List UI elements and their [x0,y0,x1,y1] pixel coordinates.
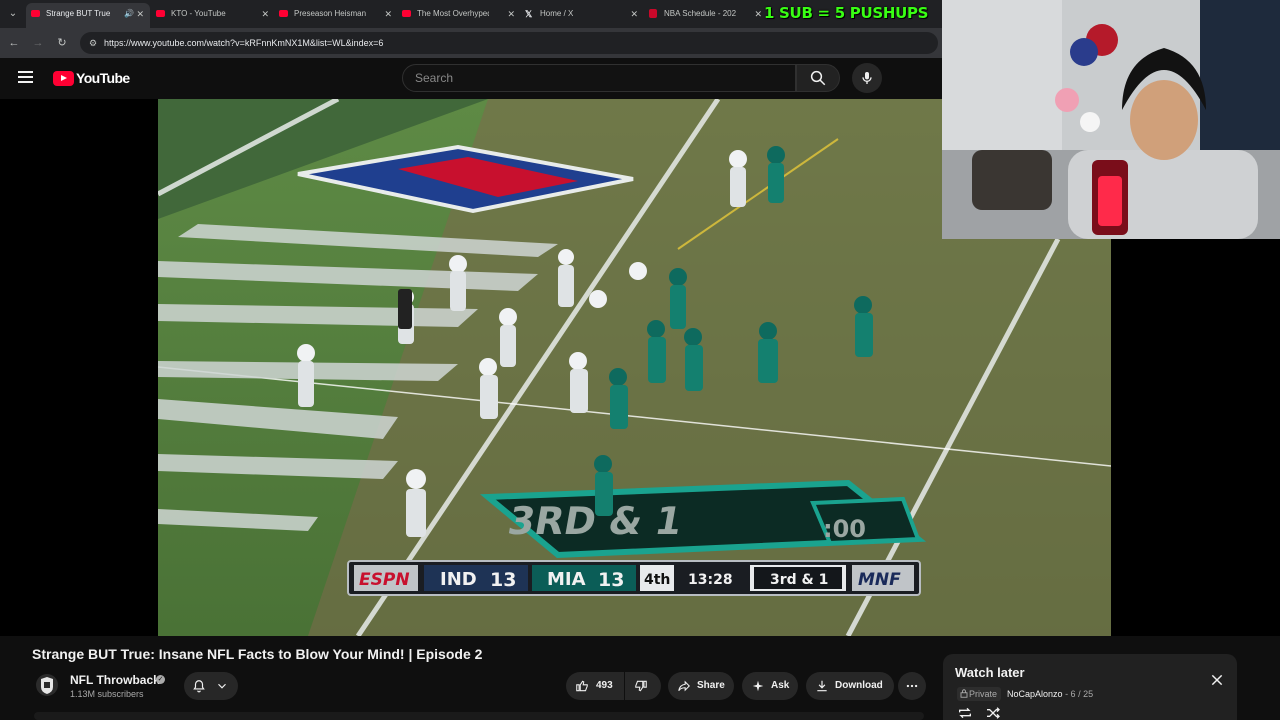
url-field[interactable]: ⚙ https://www.youtube.com/watch?v=kRFnnK… [80,32,938,54]
like-count: 493 [596,680,613,691]
tab-label: Strange BUT True [46,9,111,18]
thumbs-up-icon [576,680,588,692]
playlist-privacy-label: Private [969,689,998,699]
tab-close-icon[interactable]: ✕ [507,3,515,25]
thumbs-down-icon [635,680,647,692]
youtube-header: YouTube Search [0,58,942,99]
tab-label: Preseason Heisman P [294,9,366,18]
tab-label: NBA Schedule - 2025 [664,9,736,18]
notification-button[interactable] [184,672,238,700]
playlist-position: - 6 / 25 [1065,689,1094,699]
browser-tab-1[interactable]: KTO - YouTube ✕ [151,3,275,25]
search-button[interactable] [796,64,840,92]
shuffle-icon[interactable] [985,706,1001,720]
speaker-icon[interactable]: 🔊 [124,3,134,25]
scoreboard-broadcast: MNF [858,570,901,590]
chevron-down-icon [218,683,226,689]
tab-close-icon[interactable]: ✕ [630,3,638,25]
forward-arrow-icon[interactable]: → [30,35,46,51]
download-icon [817,680,827,692]
nba-favicon-icon [649,9,657,18]
scoreboard-home-team: MIA [547,569,586,590]
more-actions-button[interactable] [898,672,926,700]
close-icon[interactable] [1209,672,1225,688]
scoreboard-bug: ESPN IND 13 MIA 13 4th 13:28 3rd & 1 MNF [347,560,921,596]
field-clock-text: :00 [823,515,866,543]
verified-badge-icon: ✓ [156,675,165,684]
scoreboard-down: 3rd & 1 [770,572,828,588]
youtube-favicon-icon [31,10,40,17]
channel-avatar[interactable] [36,674,58,696]
like-button[interactable]: 493 [566,672,624,700]
search-placeholder: Search [415,71,454,85]
streamer-webcam [942,0,1280,239]
browser-tab-4[interactable]: 𝕏 Home / X ✕ [520,3,644,25]
download-button[interactable]: Download [806,672,894,700]
url-text[interactable]: https://www.youtube.com/watch?v=kRFnnKmN… [104,32,383,54]
youtube-favicon-icon [156,10,165,17]
menu-icon[interactable] [18,71,33,83]
browser-address-bar: ← → ↻ ⚙ https://www.youtube.com/watch?v=… [0,28,942,58]
playlist-owner[interactable]: NoCapAlonzo [1007,689,1063,699]
youtube-favicon-icon [402,10,411,17]
tab-close-icon[interactable]: ✕ [754,3,762,25]
scoreboard-home-score: 13 [598,569,624,591]
sparkle-icon [752,680,764,692]
tab-close-icon[interactable]: ✕ [136,3,144,25]
channel-name[interactable]: NFL Throwback [70,673,160,687]
tab-label: KTO - YouTube [171,9,226,18]
loop-icon[interactable] [957,706,973,720]
share-button[interactable]: Share [668,672,734,700]
youtube-play-icon [53,71,74,86]
playlist-panel: Watch later Private NoCapAlonzo - 6 / 25 [943,654,1237,720]
voice-search-button[interactable] [852,63,882,93]
share-label: Share [697,680,725,691]
playlist-privacy-badge: Private [957,687,1002,701]
download-label: Download [835,680,883,691]
browser-tab-0[interactable]: Strange BUT True 🔊 ✕ [26,3,150,28]
lock-icon [960,689,968,698]
site-info-icon[interactable]: ⚙ [86,36,100,50]
search-input[interactable]: Search [402,64,796,92]
tab-label: The Most Overhyped [417,9,489,18]
more-horizontal-icon [906,684,918,688]
scoreboard-network: ESPN [359,570,410,590]
reload-icon[interactable]: ↻ [54,35,70,51]
subscriber-count: 1.13M subscribers [70,689,144,699]
field-down-graphic: 3RD & 1 :00 [480,479,927,559]
bell-icon [193,680,205,693]
dislike-button[interactable] [625,672,661,700]
tab-label: Home / X [540,9,574,18]
search-icon [810,70,826,86]
youtube-favicon-icon [279,10,288,17]
stream-pushups-overlay: 1 SUB = 5 PUSHUPS [764,4,929,22]
browser-tab-2[interactable]: Preseason Heisman P ✕ [274,3,398,25]
share-icon [678,680,690,692]
browser-tab-5[interactable]: NBA Schedule - 2025 ✕ [644,3,768,25]
microphone-icon [862,72,872,84]
scoreboard-away-score: 13 [490,569,516,591]
x-favicon-icon: 𝕏 [525,9,533,19]
browser-tab-3[interactable]: The Most Overhyped ✕ [397,3,521,25]
playlist-title[interactable]: Watch later [955,665,1025,680]
playlist-owner-line: NoCapAlonzo - 6 / 25 [1007,687,1093,701]
nfl-shield-icon [41,677,53,694]
scoreboard-clock: 13:28 [688,572,733,588]
youtube-logo-text: YouTube [76,70,130,86]
ask-label: Ask [771,680,790,691]
ask-button[interactable]: Ask [742,672,798,700]
tab-search-chevron-icon[interactable]: ⌄ [4,5,22,23]
back-arrow-icon[interactable]: ← [6,35,22,51]
tab-close-icon[interactable]: ✕ [261,3,269,25]
description-box-edge [34,712,924,720]
webcam-frame [942,0,1280,239]
scoreboard-quarter: 4th [644,572,670,588]
scoreboard-away-team: IND [440,569,477,590]
video-title: Strange BUT True: Insane NFL Facts to Bl… [32,646,483,662]
tab-close-icon[interactable]: ✕ [384,3,392,25]
